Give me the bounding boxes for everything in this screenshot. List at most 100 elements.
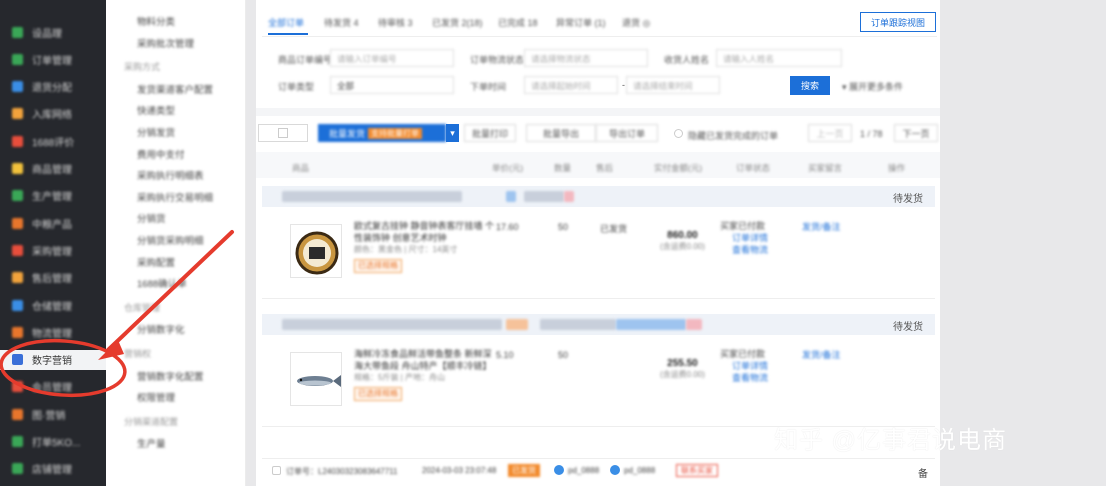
redacted-segment <box>524 191 564 202</box>
product-thumbnail[interactable] <box>290 352 342 406</box>
footer-checkbox[interactable] <box>272 466 281 475</box>
hide-completed-checkbox[interactable] <box>674 129 683 138</box>
chevron-down-icon: ▾ <box>450 127 455 138</box>
tab-5[interactable]: 异常订单 (1) <box>556 16 606 29</box>
tab-6[interactable]: 退货 ◎ <box>622 16 650 29</box>
nav-item-label: 售后管理 <box>32 274 72 286</box>
product-thumbnail[interactable] <box>290 224 342 278</box>
nav-item-label: 1688评价 <box>32 137 75 149</box>
ship-action-link[interactable]: 发货/备注 <box>802 348 841 361</box>
footer-tag: 已发货 <box>508 464 540 477</box>
subnav-item[interactable]: 分销发货 <box>137 125 175 139</box>
subnav-group-title[interactable]: 采购方式 <box>124 60 234 73</box>
footer-user1[interactable]: pd_0888 <box>568 466 599 475</box>
nav-item[interactable]: 售后管理 <box>0 268 106 288</box>
nav-item-label: 商品管理 <box>32 165 72 176</box>
product-sku: 颜色：黑金色 | 尺寸：14英寸 <box>354 245 458 254</box>
order-status-label: 待发货 <box>893 322 923 333</box>
nav-item-icon <box>12 326 23 338</box>
product-tag: 已选择规格 <box>354 387 402 401</box>
view-logistics-link[interactable]: 查看物流 <box>720 244 768 256</box>
nav-item-label: 设品理 <box>32 28 62 40</box>
order-no-input[interactable]: 请输入订单编号 <box>330 49 454 67</box>
subnav-group-title[interactable]: 分销渠道配置 <box>124 415 234 428</box>
nav-item[interactable]: 中粮产品 <box>0 213 106 233</box>
select-all-checkbox[interactable] <box>258 124 308 142</box>
nav-item-icon <box>12 53 23 65</box>
subnav-item[interactable]: 分销货采购明细 <box>137 233 204 247</box>
logistics-select[interactable]: 请选择物流状态 <box>524 49 648 67</box>
prev-page-button[interactable]: 上一页 <box>808 124 852 142</box>
redacted-segment <box>686 319 702 330</box>
subnav-group-title[interactable]: 营销权 <box>124 347 234 360</box>
tab-4[interactable]: 已完成 18 <box>498 16 538 29</box>
subnav-item[interactable]: 生产量 <box>137 436 166 450</box>
amount-note: (含运费0.00) <box>660 370 705 379</box>
nav-item[interactable]: 设品理 <box>0 22 106 42</box>
subnav-group-title[interactable]: 仓库管理 <box>124 301 234 314</box>
nav-item[interactable]: 入库网络 <box>0 104 106 124</box>
subnav-item[interactable]: 分销货 <box>137 211 166 225</box>
nav-item[interactable]: 1688评价 <box>0 131 106 151</box>
nav-item[interactable]: 退货分配 <box>0 77 106 97</box>
subnav-item[interactable]: 快递类型 <box>137 103 175 117</box>
nav-item[interactable]: 订单管理 <box>0 49 106 69</box>
search-button[interactable]: 搜索 <box>790 76 830 95</box>
order-detail-link[interactable]: 订单详情 <box>720 360 768 372</box>
next-page-button[interactable]: 下一页 <box>894 124 938 142</box>
note-icon[interactable]: 备 <box>918 465 928 480</box>
batch-print-button[interactable]: 批量打印 <box>464 124 516 142</box>
order-type-select[interactable]: 全部 <box>330 76 454 94</box>
redacted-segment <box>540 319 616 330</box>
tab-1[interactable]: 待发货 4 <box>324 16 359 29</box>
advanced-filter-toggle[interactable]: ▾ 展开更多条件 <box>842 80 903 93</box>
subnav-item[interactable]: 1688确认单 <box>137 276 187 290</box>
nav-item[interactable]: 图·营销 <box>0 404 106 424</box>
order-detail-link[interactable]: 订单详情 <box>720 232 768 244</box>
contact-buyer-tag[interactable]: 联系买家 <box>676 464 718 477</box>
subnav-item[interactable]: 采购执行明细表 <box>137 168 204 182</box>
subnav-item[interactable]: 权限管理 <box>137 390 175 404</box>
ship-action-link[interactable]: 发货/备注 <box>802 220 841 233</box>
unit-price: 17.60 <box>496 222 519 232</box>
subnav-item[interactable]: 采购执行交易明细 <box>137 190 213 204</box>
nav-item[interactable]: 仓储管理 <box>0 295 106 315</box>
batch-dropdown-button[interactable]: ▾ <box>446 124 459 142</box>
nav-item[interactable]: 商品管理 <box>0 159 106 179</box>
nav-item[interactable]: 生产管理 <box>0 186 106 206</box>
tab-3[interactable]: 已发货 2(18) <box>432 16 483 29</box>
column-header: 商品 <box>292 163 310 173</box>
nav-item[interactable]: 店铺管理 <box>0 459 106 479</box>
batch-ship-button[interactable]: 批量发货 支持批量打单 <box>318 124 446 142</box>
receiver-input[interactable]: 请输入人姓名 <box>716 49 842 67</box>
subnav-item[interactable]: 费用中支付 <box>137 147 185 161</box>
order-tracking-button[interactable]: 订单跟踪视图 <box>860 12 936 32</box>
subnav-item[interactable]: 营销数字化配置 <box>137 369 204 383</box>
subnav-item[interactable]: 发货渠道客户配置 <box>137 82 213 96</box>
footer-user2[interactable]: pd_0888 <box>624 466 655 475</box>
order-time-start[interactable]: 请选择起始时间 <box>524 76 618 94</box>
nav-item[interactable]: 采购管理 <box>0 240 106 260</box>
batch-export-button[interactable]: 批量导出 <box>526 124 596 142</box>
nav-item[interactable]: 数字营销 <box>0 349 106 370</box>
subnav-item[interactable]: 采购批次管理 <box>137 36 194 50</box>
nav-item[interactable]: 会员管理 <box>0 377 106 397</box>
product-name[interactable]: 海鲜冷冻食品鲜活带鱼整条 新鲜深海大带鱼段 舟山特产【顺丰冷链】 <box>354 348 494 372</box>
subnav-item[interactable]: 物料分类 <box>137 14 175 28</box>
subnav-item[interactable]: 分销数字化 <box>137 322 185 336</box>
export-orders-button[interactable]: 导出订单 <box>596 124 658 142</box>
order-time-end[interactable]: 请选择结束时间 <box>626 76 720 94</box>
nav-item[interactable]: 物流管理 <box>0 322 106 342</box>
product-name[interactable]: 欧式复古挂钟 静音钟表客厅挂墙 个性装饰钟 创意艺术时钟 <box>354 220 494 244</box>
sub-nav: 物料分类采购批次管理采购方式发货渠道客户配置 快递类型分销发货费用中支付采购执行明… <box>106 0 246 486</box>
nav-item-label: 会员管理 <box>32 383 72 395</box>
after-sale: 已发货 <box>600 224 628 234</box>
view-logistics-link[interactable]: 查看物流 <box>720 372 768 384</box>
tab-2[interactable]: 待审核 3 <box>378 16 413 29</box>
product-sku: 规格：5斤装 | 产地：舟山 <box>354 373 445 382</box>
subnav-item[interactable]: 采购配置 <box>137 255 175 269</box>
nav-item-icon <box>12 299 23 311</box>
nav-item-icon <box>12 354 23 366</box>
tab-0[interactable]: 全部订单 <box>268 16 304 29</box>
nav-item[interactable]: 打单5KO... <box>0 432 106 452</box>
